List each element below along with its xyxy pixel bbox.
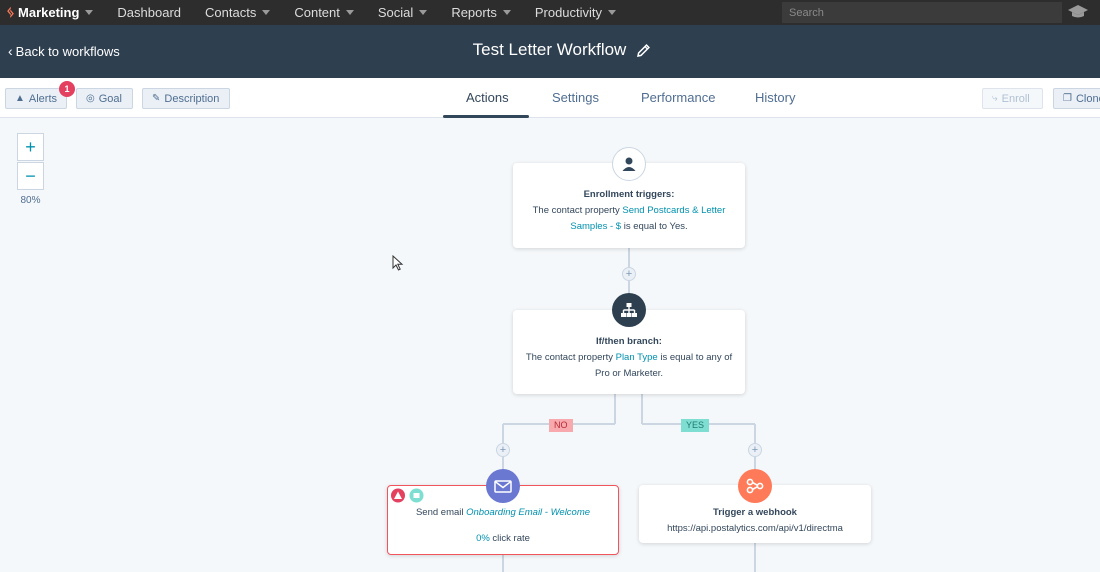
contact-trigger-node <box>612 147 646 181</box>
branch-title: If/then branch: <box>596 336 662 347</box>
email-description: Send email Onboarding Email - Welcome <box>388 505 618 521</box>
envelope-icon <box>494 479 512 493</box>
error-warning-icon[interactable] <box>390 488 406 503</box>
add-action-button-1[interactable]: + <box>622 267 636 281</box>
trigger-text-after: is equal to Yes. <box>621 221 688 232</box>
branch-property-link[interactable]: Plan Type <box>616 352 658 363</box>
click-rate-value: 0% <box>476 533 490 544</box>
mouse-cursor-icon <box>392 255 404 271</box>
trigger-text: The contact property <box>532 205 623 216</box>
email-node <box>486 469 520 503</box>
email-click-rate: 0% click rate <box>388 531 618 547</box>
email-name-link[interactable]: Onboarding Email - Welcome <box>466 507 590 518</box>
add-action-button-no[interactable]: + <box>496 443 510 457</box>
webhook-url: https://api.postalytics.com/api/v1/direc… <box>667 523 843 534</box>
branch-hierarchy-icon <box>621 303 637 317</box>
branch-text: The contact property <box>525 352 616 363</box>
branch-no-label: NO <box>549 419 573 432</box>
click-rate-label: click rate <box>489 533 530 544</box>
webhook-icon <box>746 478 764 494</box>
branch-description: The contact property Plan Type is equal … <box>513 350 745 382</box>
add-action-button-yes[interactable]: + <box>748 443 762 457</box>
email-status-icon[interactable] <box>409 488 424 503</box>
email-text: Send email <box>415 507 467 518</box>
webhook-title: Trigger a webhook <box>713 507 797 518</box>
trigger-description: The contact property Send Postcards & Le… <box>513 203 745 235</box>
branch-node <box>612 293 646 327</box>
trigger-title: Enrollment triggers: <box>583 189 675 200</box>
webhook-node <box>738 469 772 503</box>
branch-yes-label: YES <box>681 419 710 432</box>
person-icon <box>622 157 636 171</box>
